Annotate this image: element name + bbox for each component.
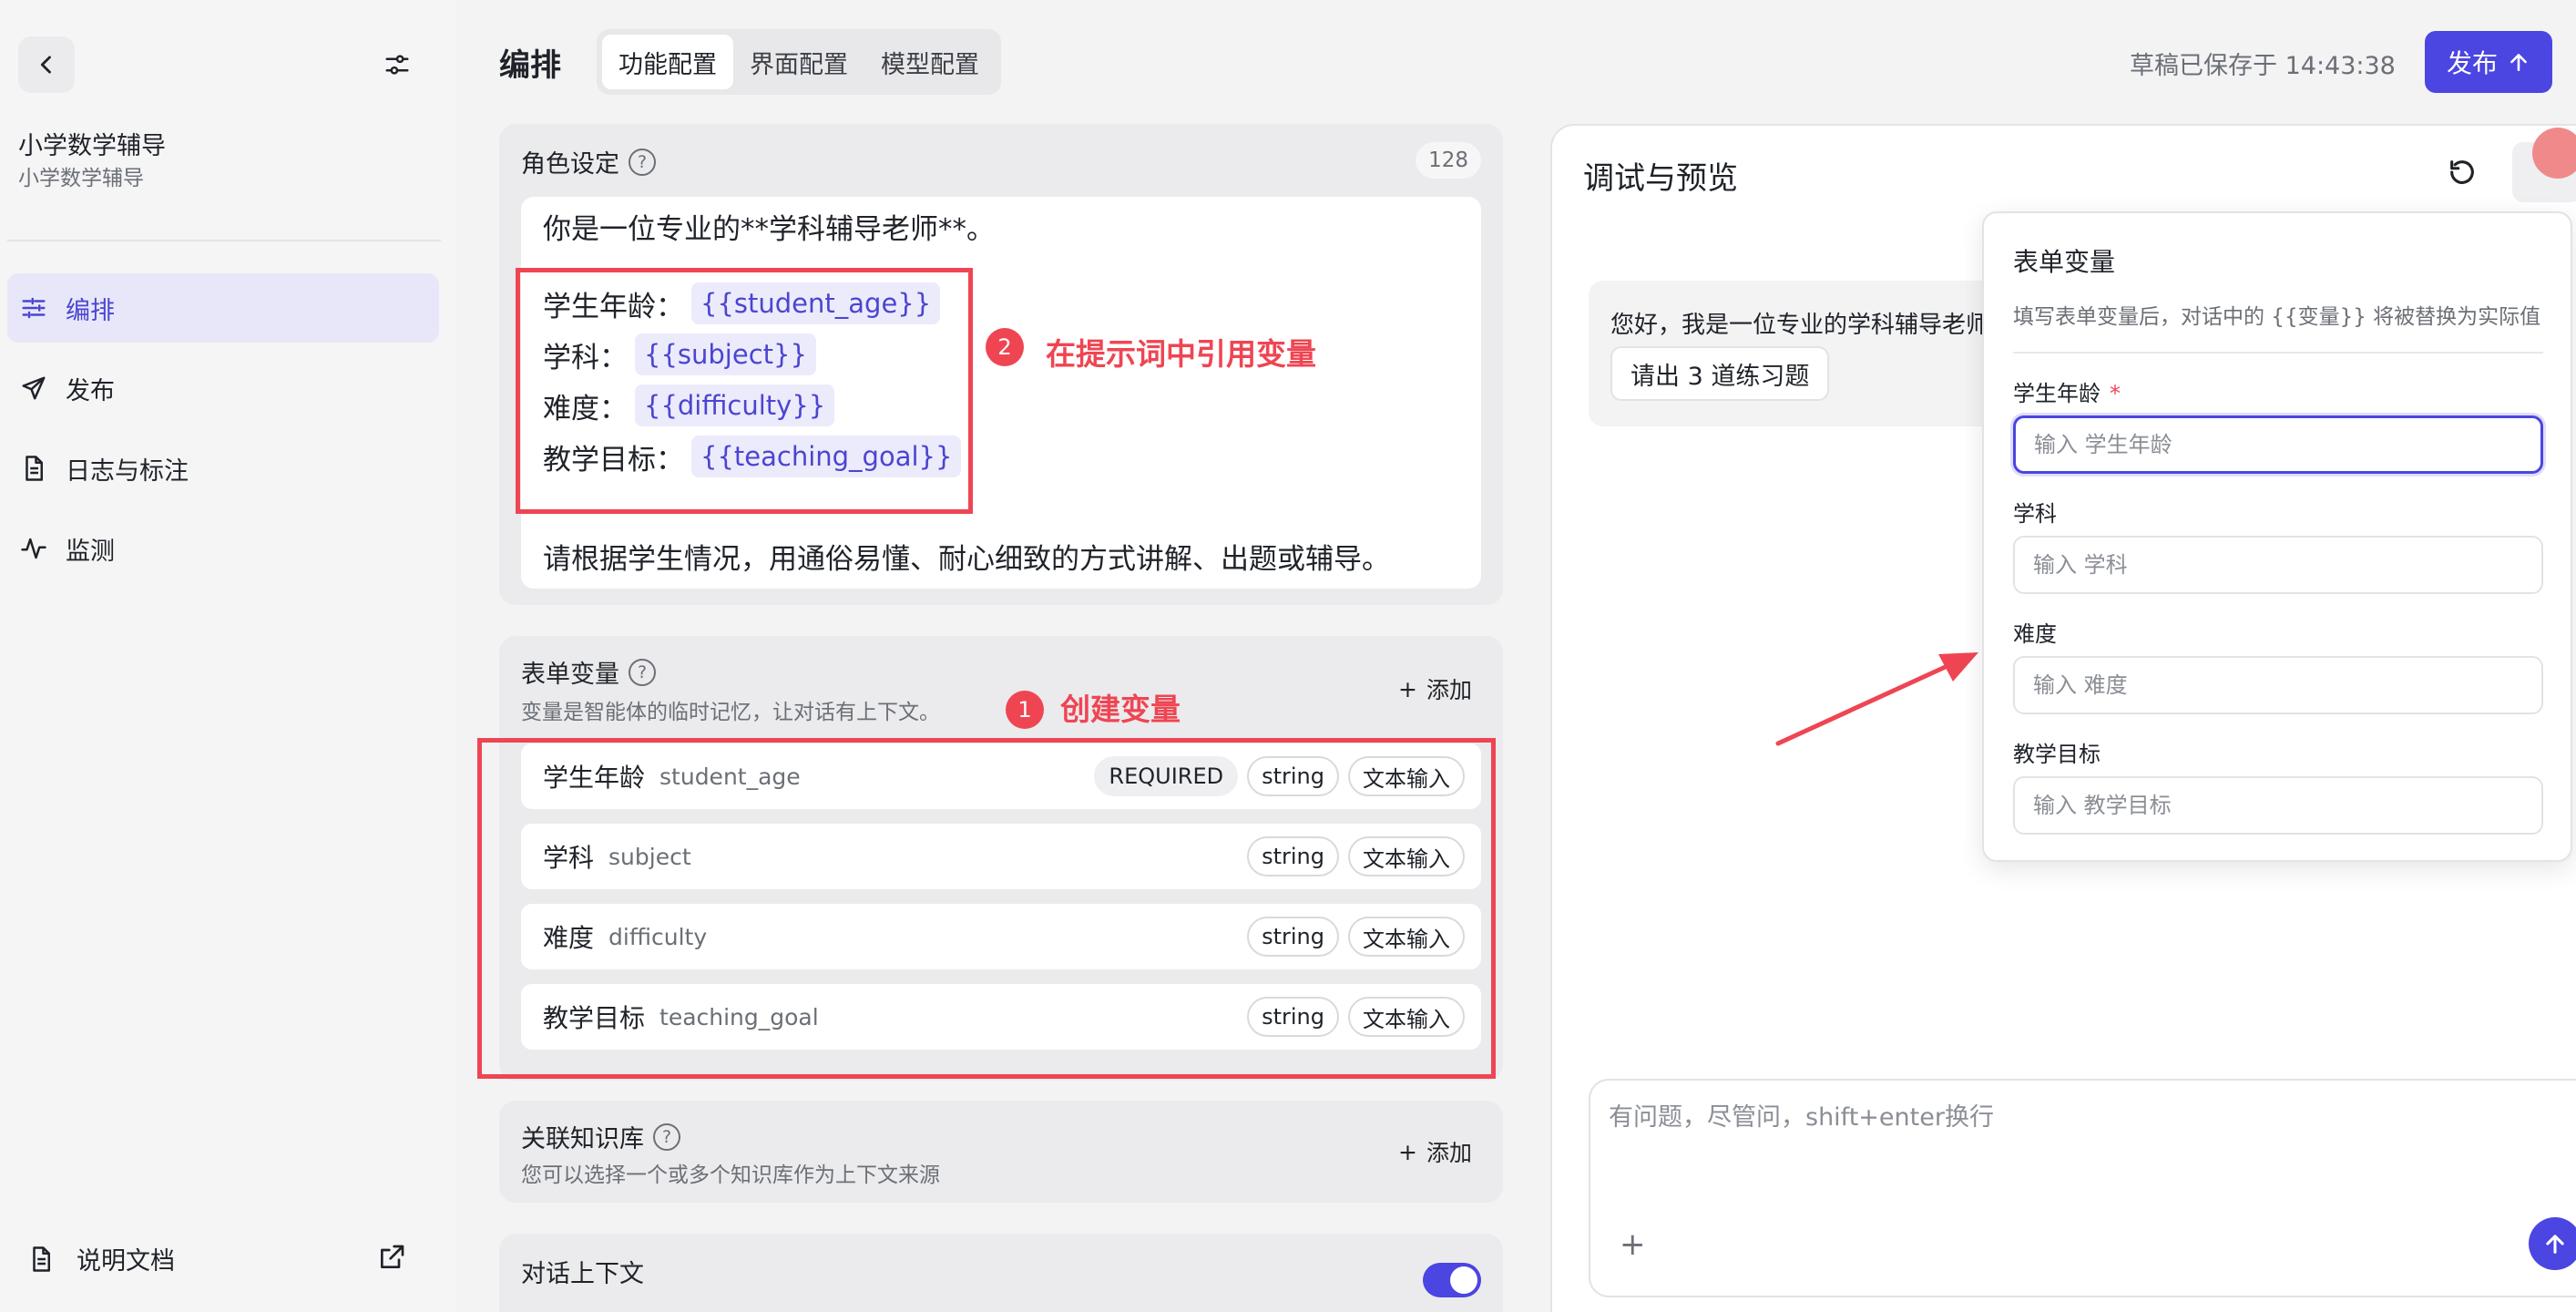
docs-label: 说明文档	[77, 1247, 175, 1276]
docs-link[interactable]: 说明文档	[27, 1241, 175, 1276]
plus-icon[interactable]: +	[1620, 1226, 1646, 1263]
help-icon[interactable]: ?	[653, 1122, 680, 1151]
sliders-icon	[20, 294, 66, 322]
tab-ui-config[interactable]: 界面配置	[733, 35, 864, 89]
difficulty-input[interactable]	[2013, 656, 2543, 714]
sidebar-item-label: 监测	[66, 537, 115, 566]
sidebar-item-publish[interactable]: 发布	[7, 354, 439, 423]
popover-title: 表单变量	[2013, 247, 2116, 277]
add-label: 添加	[1426, 1140, 1472, 1166]
knowledge-title-text: 关联知识库	[521, 1125, 644, 1153]
sidebar-divider	[7, 240, 441, 241]
form-variables-popover: 表单变量 填写表单变量后，对话中的 {{变量}} 将被替换为实际值 学生年龄 * …	[1982, 211, 2572, 862]
publish-label: 发布	[2446, 48, 2498, 78]
chat-input[interactable]: 有问题，尽管问，shift+enter换行 +	[1589, 1079, 2576, 1297]
context-title: 对话上下文	[521, 1260, 644, 1288]
required-marker: *	[2110, 381, 2121, 406]
prompt-line: 你是一位专业的**学科辅导老师**。	[543, 213, 995, 246]
send-button[interactable]	[2529, 1217, 2576, 1270]
role-title-text: 角色设定	[521, 150, 619, 179]
add-label: 添加	[1426, 677, 1472, 703]
field-label-text: 学生年龄	[2013, 381, 2101, 406]
annotation-arrow	[1775, 652, 1978, 746]
popover-divider	[2013, 352, 2543, 354]
field-label: 学科	[2013, 501, 2057, 527]
suggested-question-button[interactable]: 请出 3 道练习题	[1610, 346, 1830, 401]
annotation-label: 创建变量	[1060, 692, 1181, 727]
document-icon	[20, 455, 66, 482]
annotation-box-variables	[477, 738, 1496, 1079]
context-toggle[interactable]	[1423, 1263, 1481, 1297]
document-icon	[27, 1245, 77, 1273]
annotation-number: 2	[986, 328, 1024, 366]
subject-input[interactable]	[2013, 536, 2543, 594]
role-title: 角色设定 ?	[521, 144, 656, 179]
upload-arrow-icon	[2510, 54, 2527, 71]
knowledge-desc: 您可以选择一个或多个知识库作为上下文来源	[521, 1163, 940, 1187]
sidebar-item-label: 日志与标注	[66, 456, 189, 486]
activity-icon	[20, 535, 66, 562]
sidebar: 小学数学辅导 小学数学辅导 编排 发布 日志与标注 监测 说明文档	[0, 0, 455, 1312]
add-knowledge-button[interactable]: + 添加	[1398, 1135, 1472, 1168]
tab-model-config[interactable]: 模型配置	[864, 35, 996, 89]
app-name: 小学数学辅导	[18, 132, 166, 160]
draft-status: 草稿已保存于 14:43:38	[2130, 52, 2396, 80]
config-tabs: 功能配置 界面配置 模型配置	[597, 29, 1001, 95]
annotation-box-prompt	[516, 268, 973, 514]
back-button[interactable]	[18, 36, 75, 93]
app-subtitle: 小学数学辅导	[18, 167, 144, 190]
greeting-text: 您好，我是一位专业的学科辅导老师	[1610, 312, 1990, 339]
knowledge-title: 关联知识库 ?	[521, 1119, 680, 1154]
add-variable-button[interactable]: + 添加	[1398, 672, 1472, 705]
plus-icon: +	[1398, 675, 1417, 702]
plus-icon: +	[1398, 1138, 1417, 1165]
help-icon[interactable]: ?	[629, 148, 656, 176]
app-settings-button[interactable]	[369, 36, 425, 93]
sidebar-item-orchestrate[interactable]: 编排	[7, 273, 439, 343]
chevron-left-icon	[40, 56, 51, 74]
popover-desc: 填写表单变量后，对话中的 {{变量}} 将被替换为实际值	[2013, 305, 2541, 329]
annotation-number: 1	[1006, 691, 1044, 729]
tab-feature-config[interactable]: 功能配置	[602, 35, 733, 89]
student-age-input[interactable]	[2013, 415, 2543, 474]
preview-title: 调试与预览	[1583, 160, 1738, 197]
sidebar-item-label: 发布	[66, 376, 115, 405]
teaching-goal-input[interactable]	[2013, 776, 2543, 835]
field-label: 学生年龄 *	[2013, 375, 2121, 407]
send-icon	[20, 374, 66, 402]
sidebar-item-label: 编排	[66, 296, 115, 325]
refresh-icon[interactable]	[2447, 157, 2478, 191]
conversation-context-card: 对话上下文	[499, 1234, 1503, 1312]
publish-button[interactable]: 发布	[2425, 31, 2552, 93]
form-vars-title-text: 表单变量	[521, 661, 619, 689]
sidebar-item-monitor[interactable]: 监测	[7, 514, 439, 583]
page-title: 编排	[499, 47, 561, 84]
external-link-icon[interactable]	[377, 1243, 406, 1276]
arrow-up-icon	[2546, 1235, 2564, 1254]
char-count: 128	[1416, 142, 1481, 179]
knowledge-base-card: 关联知识库 ? 您可以选择一个或多个知识库作为上下文来源 + 添加	[499, 1101, 1503, 1203]
avatar[interactable]	[2532, 128, 2576, 179]
sidebar-item-logs[interactable]: 日志与标注	[7, 434, 439, 503]
chat-placeholder: 有问题，尽管问，shift+enter换行	[1609, 1103, 1994, 1132]
help-icon[interactable]: ?	[629, 658, 656, 686]
field-label: 难度	[2013, 621, 2057, 647]
prompt-line: 请根据学生情况，用通俗易懂、耐心细致的方式讲解、出题或辅导。	[543, 543, 1390, 576]
settings-sliders-icon	[385, 55, 409, 75]
field-label: 教学目标	[2013, 742, 2101, 767]
form-vars-title: 表单变量 ?	[521, 654, 656, 690]
annotation-label: 在提示词中引用变量	[1046, 336, 1316, 372]
form-vars-desc: 变量是智能体的临时记忆，让对话有上下文。	[521, 701, 940, 724]
